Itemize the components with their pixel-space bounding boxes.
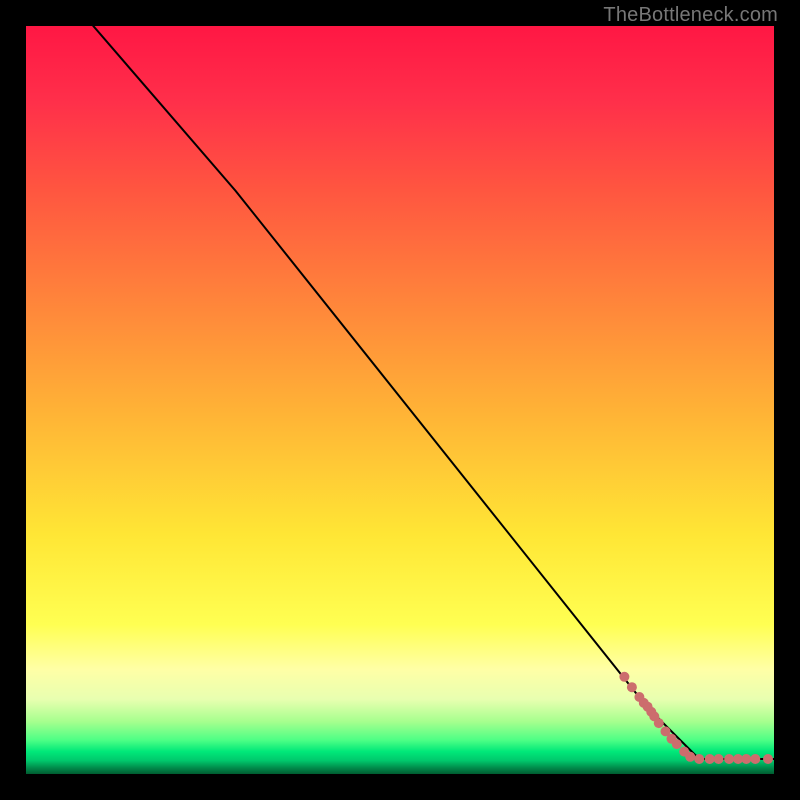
data-point [672, 739, 682, 749]
chart-svg [26, 26, 774, 774]
data-point [763, 754, 773, 764]
data-point [694, 754, 704, 764]
plot-area [24, 24, 776, 776]
data-point [750, 754, 760, 764]
data-point [619, 672, 629, 682]
curve-layer [93, 26, 774, 759]
data-point [627, 682, 637, 692]
data-point [724, 754, 734, 764]
chart-stage: TheBottleneck.com [0, 0, 800, 800]
dots-layer [619, 672, 773, 764]
data-point [654, 718, 664, 728]
data-point [705, 754, 715, 764]
data-point [714, 754, 724, 764]
data-point [741, 754, 751, 764]
bottleneck-curve [93, 26, 774, 759]
data-point [685, 752, 695, 762]
